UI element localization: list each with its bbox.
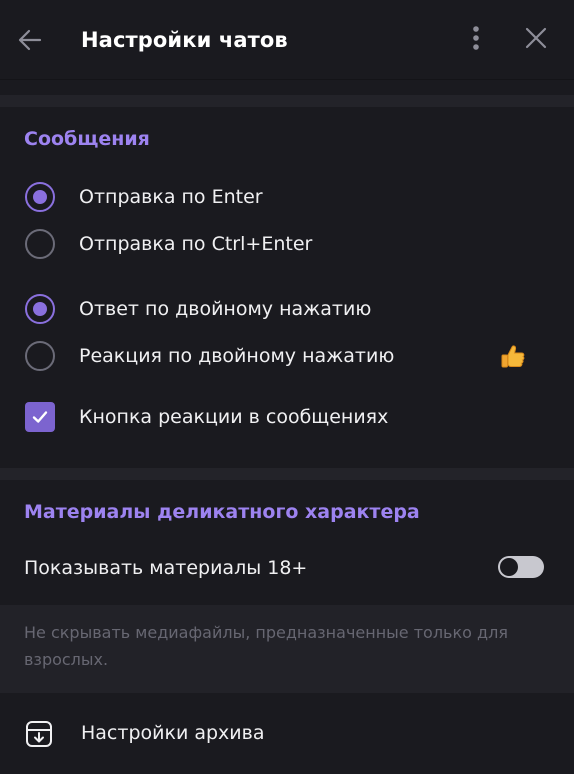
double-tap-reply-radio[interactable] [25,294,55,324]
double-tap-reaction-radio[interactable] [25,341,55,371]
sensitive-hint-block: Не скрывать медиафайлы, предназначенные … [0,605,574,693]
send-by-enter-label: Отправка по Enter [79,186,263,208]
sensitive-section-title: Материалы деликатного характера [24,501,420,523]
send-by-enter-option[interactable]: Отправка по Enter [0,175,574,219]
reaction-button-option[interactable]: Кнопка реакции в сообщениях [0,395,574,439]
archive-settings-label: Настройки архива [81,722,265,744]
show-adult-content-label: Показывать материалы 18+ [24,557,308,579]
double-tap-reaction-option[interactable]: Реакция по двойному нажатию [0,334,574,378]
send-by-enter-radio[interactable] [25,182,55,212]
double-tap-reply-label: Ответ по двойному нажатию [79,298,372,320]
reaction-button-label: Кнопка реакции в сообщениях [79,406,389,428]
toggle-knob [500,558,518,576]
section-divider [0,95,574,107]
double-tap-reaction-label: Реакция по двойному нажатию [79,345,395,367]
sensitive-hint-text: Не скрывать медиафайлы, предназначенные … [24,623,508,669]
send-by-ctrl-enter-radio[interactable] [25,229,55,259]
section-divider [0,468,574,480]
arrow-left-icon [18,29,42,51]
close-icon [525,27,547,49]
thumbs-up-icon[interactable] [498,342,528,372]
header-bar: Настройки чатов [0,0,574,80]
show-adult-content-row[interactable]: Показывать материалы 18+ [0,546,574,590]
send-by-ctrl-enter-label: Отправка по Ctrl+Enter [79,233,313,255]
back-button[interactable] [14,24,46,56]
messages-section-title: Сообщения [24,128,150,150]
show-adult-content-toggle[interactable] [498,556,544,578]
send-by-ctrl-enter-option[interactable]: Отправка по Ctrl+Enter [0,222,574,266]
more-vertical-icon [473,26,479,50]
page-title: Настройки чатов [81,28,288,52]
reaction-button-checkbox[interactable] [25,402,55,432]
more-options-button[interactable] [460,22,492,54]
archive-box-icon [26,721,52,747]
double-tap-reply-option[interactable]: Ответ по двойному нажатию [0,287,574,331]
archive-settings-row[interactable]: Настройки архива [0,708,574,758]
checkmark-icon [32,411,48,423]
close-button[interactable] [520,22,552,54]
